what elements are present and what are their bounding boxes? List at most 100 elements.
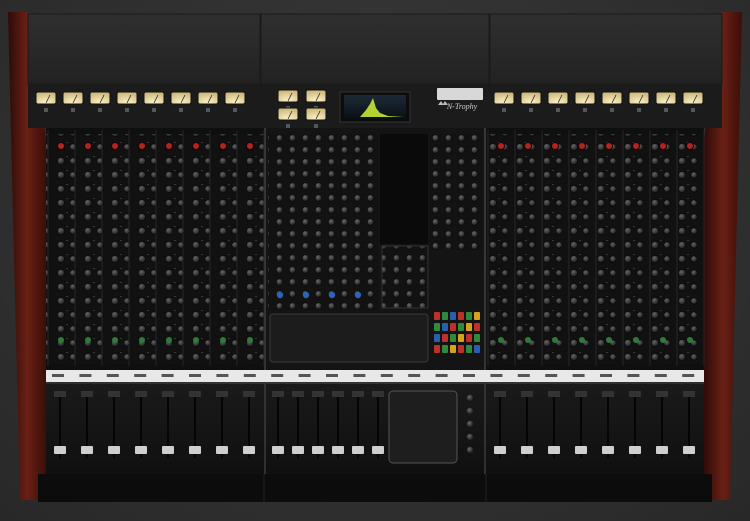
gain-knob — [57, 142, 65, 150]
switch-button — [434, 334, 440, 342]
monitor-knob — [466, 394, 474, 402]
fader-bed-right — [486, 384, 704, 474]
switch-button — [474, 334, 480, 342]
channel-fader — [216, 446, 228, 454]
group-fader — [332, 446, 344, 454]
status-led — [552, 337, 558, 343]
mute-button — [135, 391, 147, 397]
channel-fader — [108, 446, 120, 454]
meter-bridge-center — [260, 13, 490, 85]
switch-button — [474, 323, 480, 331]
dynamics-module — [381, 245, 429, 309]
mute-button — [216, 391, 228, 397]
gain-knob — [111, 142, 119, 150]
channel-fader — [629, 446, 641, 454]
status-led — [579, 337, 585, 343]
status-led — [166, 337, 172, 343]
mute-button — [352, 391, 364, 397]
switch-button — [450, 334, 456, 342]
master-slot — [380, 134, 428, 244]
fader-bed-left — [46, 384, 264, 474]
gain-knob — [138, 142, 146, 150]
status-led — [660, 337, 666, 343]
channel-fader — [548, 446, 560, 454]
gain-knob — [605, 142, 613, 150]
status-led — [498, 337, 504, 343]
switch-button — [442, 323, 448, 331]
gain-knob — [659, 142, 667, 150]
switch-button — [450, 345, 456, 353]
mute-button — [494, 391, 506, 397]
mute-button — [656, 391, 668, 397]
mute-button — [272, 391, 284, 397]
status-led — [220, 337, 226, 343]
mixing-console: N-Trophy — [8, 12, 742, 502]
monitor-knob — [466, 420, 474, 428]
meter-bridge-right — [489, 13, 723, 85]
pan-knob — [302, 291, 310, 299]
status-led — [58, 337, 64, 343]
channel-fader — [81, 446, 93, 454]
switch-button — [450, 323, 456, 331]
switch-button — [466, 312, 472, 320]
meter-bridge-left — [27, 13, 261, 85]
mute-button — [243, 391, 255, 397]
channel-fader — [683, 446, 695, 454]
status-led — [687, 337, 693, 343]
channel-fader — [243, 446, 255, 454]
status-led — [85, 337, 91, 343]
switch-button — [466, 345, 472, 353]
channel-fader — [521, 446, 533, 454]
gain-knob — [686, 142, 694, 150]
brand-name: N-Trophy — [446, 102, 478, 111]
mute-button — [602, 391, 614, 397]
monitor-knob — [466, 407, 474, 415]
switch-button — [466, 323, 472, 331]
channel-fader — [54, 446, 66, 454]
mute-button — [372, 391, 384, 397]
mute-button — [162, 391, 174, 397]
switch-button — [442, 334, 448, 342]
status-led — [525, 337, 531, 343]
channel-fader — [189, 446, 201, 454]
switch-button — [474, 345, 480, 353]
pan-knob — [354, 291, 362, 299]
switch-button — [458, 323, 464, 331]
mute-button — [81, 391, 93, 397]
switch-button — [434, 323, 440, 331]
gain-knob — [524, 142, 532, 150]
gain-knob — [632, 142, 640, 150]
mute-button — [312, 391, 324, 397]
trackpad — [388, 390, 458, 464]
mute-button — [54, 391, 66, 397]
status-led — [247, 337, 253, 343]
monitor-knob — [466, 433, 474, 441]
group-fader — [292, 446, 304, 454]
channel-fader — [575, 446, 587, 454]
status-led — [633, 337, 639, 343]
mute-button — [521, 391, 533, 397]
group-fader — [352, 446, 364, 454]
switch-button — [458, 334, 464, 342]
gain-knob — [165, 142, 173, 150]
switch-button — [466, 334, 472, 342]
gain-knob — [192, 142, 200, 150]
center-blank-plate — [269, 313, 429, 363]
mute-button — [575, 391, 587, 397]
gain-knob — [219, 142, 227, 150]
switch-button — [434, 312, 440, 320]
mute-button — [548, 391, 560, 397]
channel-fader — [494, 446, 506, 454]
status-led — [112, 337, 118, 343]
console-photo: N-Trophy — [0, 0, 750, 521]
mute-button — [189, 391, 201, 397]
gain-knob — [497, 142, 505, 150]
mute-button — [292, 391, 304, 397]
group-fader — [272, 446, 284, 454]
group-fader — [312, 446, 324, 454]
channel-fader — [602, 446, 614, 454]
switch-button — [434, 345, 440, 353]
switch-button — [450, 312, 456, 320]
status-led — [193, 337, 199, 343]
brand-logo-box — [437, 88, 483, 100]
